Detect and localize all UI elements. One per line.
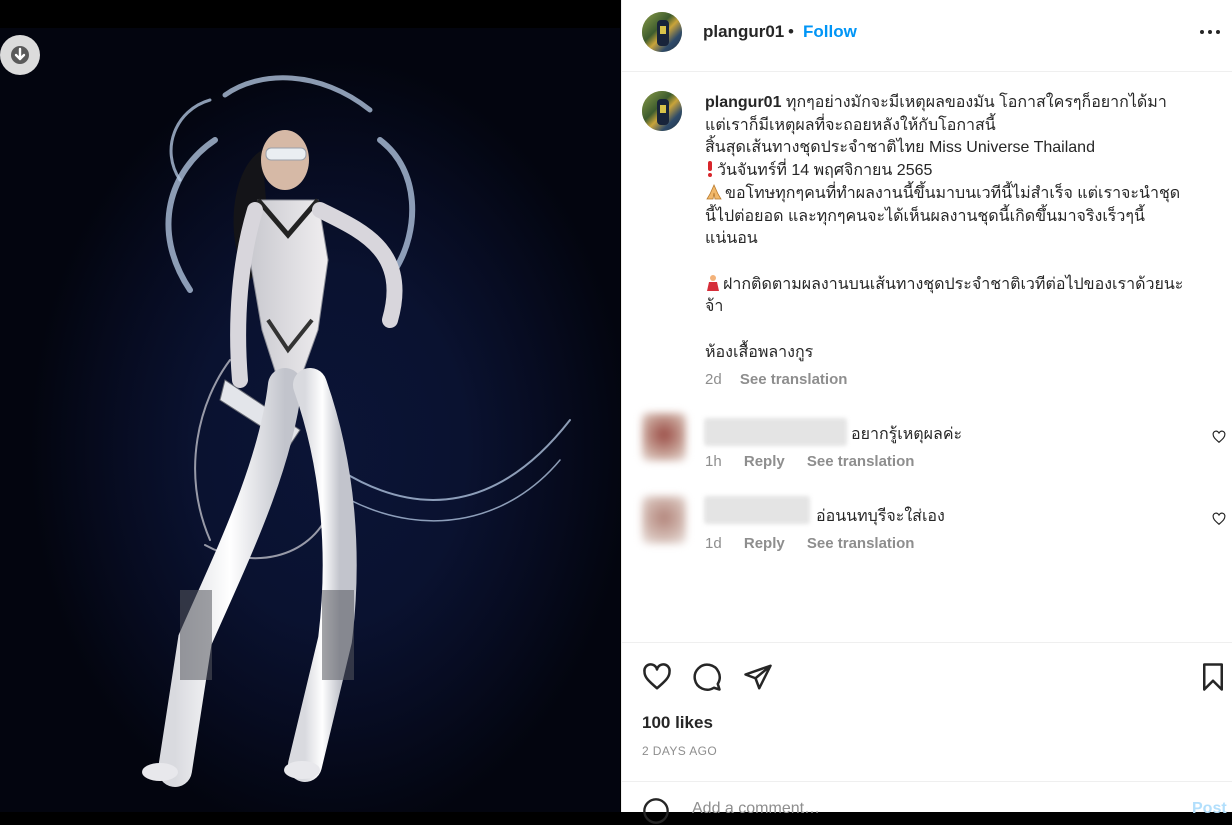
comment-bubble-icon[interactable] bbox=[692, 662, 722, 692]
caption-see-translation[interactable]: See translation bbox=[740, 371, 848, 388]
divider bbox=[622, 642, 1232, 643]
caption-author-avatar[interactable] bbox=[642, 91, 682, 131]
caption-line: สิ้นสุดเส้นทางชุดประจำชาติไทย Miss Unive… bbox=[705, 139, 1095, 157]
caption-line: แต่เราก็มีเหตุผลที่จะถอยหลังให้กับโอกาสน… bbox=[705, 116, 996, 134]
caption-line: นี้ไปต่อยอด และทุกๆคนจะได้เห็นผลงานชุดนี… bbox=[705, 207, 1145, 225]
caption-line: ฝากติดตามผลงานบนเส้นทางชุดประจำชาติเวทีต… bbox=[723, 275, 1184, 293]
reply-button[interactable]: Reply bbox=[744, 535, 785, 552]
see-translation-button[interactable]: See translation bbox=[807, 453, 915, 470]
likes-count[interactable]: 100 likes bbox=[642, 713, 713, 733]
caption-line: แน่นอน bbox=[705, 230, 758, 248]
caption-line: ทุกๆอย่างมักจะมีเหตุผลของมัน โอกาสใครๆก็… bbox=[785, 94, 1167, 111]
caption-line: จ้า bbox=[705, 298, 724, 316]
see-translation-button[interactable]: See translation bbox=[807, 535, 915, 552]
post-details-panel: plangur01 • Follow plangur01 ทุกๆอย่างมั… bbox=[621, 0, 1232, 824]
praying-hands-icon bbox=[706, 183, 722, 200]
comment-meta: 1h Reply See translation bbox=[705, 453, 932, 470]
commenter-username-blurred[interactable] bbox=[704, 418, 847, 446]
commenter-avatar[interactable] bbox=[642, 413, 686, 461]
comment-time: 1d bbox=[705, 535, 722, 552]
fashion-illustration bbox=[142, 75, 571, 787]
emoji-picker-icon[interactable] bbox=[642, 797, 670, 825]
post-comment-button[interactable]: Post bbox=[1192, 800, 1227, 818]
post-header: plangur01 • Follow bbox=[622, 0, 1232, 72]
exclamation-icon bbox=[708, 161, 712, 178]
comment-text: อ่อนนทบุรีจะใส่เอง bbox=[816, 508, 945, 525]
woman-dress-icon bbox=[707, 274, 719, 291]
caption-line: ขอโทษทุกๆคนที่ทำผลงานนี้ขึ้นมาบนเวทีนี้ไ… bbox=[725, 184, 1181, 202]
caption-line: ห้องเสื้อพลางกูร bbox=[705, 343, 814, 361]
commenter-avatar[interactable] bbox=[642, 496, 686, 544]
more-options-icon[interactable] bbox=[1200, 30, 1220, 34]
caption-line: วันจันทร์ที่ 14 พฤศจิกายน 2565 bbox=[717, 162, 933, 180]
author-avatar[interactable] bbox=[642, 12, 682, 52]
post-timestamp: 2 DAYS AGO bbox=[642, 744, 718, 758]
paper-plane-icon[interactable] bbox=[743, 662, 773, 692]
action-bar bbox=[622, 658, 1232, 698]
follow-button[interactable]: Follow bbox=[803, 22, 857, 42]
download-button[interactable] bbox=[0, 35, 40, 75]
caption-time: 2d bbox=[705, 371, 722, 388]
comment-like-heart-icon[interactable] bbox=[1212, 512, 1226, 526]
comment-meta: 1d Reply See translation bbox=[705, 535, 932, 552]
commenter-username-blurred[interactable] bbox=[704, 496, 810, 524]
caption-meta: 2d See translation bbox=[705, 371, 847, 388]
author-username[interactable]: plangur01 bbox=[703, 22, 784, 42]
separator-dot: • bbox=[788, 22, 794, 41]
caption-username[interactable]: plangur01 bbox=[705, 94, 781, 111]
post-caption: plangur01 ทุกๆอย่างมักจะมีเหตุผลของมัน โ… bbox=[705, 92, 1215, 364]
post-media[interactable] bbox=[0, 0, 620, 812]
comment-like-heart-icon[interactable] bbox=[1212, 430, 1226, 444]
divider bbox=[622, 781, 1232, 782]
reply-button[interactable]: Reply bbox=[744, 453, 785, 470]
comment-text: อยากรู้เหตุผลค่ะ bbox=[851, 426, 963, 443]
bookmark-icon[interactable] bbox=[1198, 662, 1228, 692]
comment-time: 1h bbox=[705, 453, 722, 470]
heart-icon[interactable] bbox=[642, 662, 672, 692]
download-arrow-icon bbox=[11, 46, 29, 64]
add-comment-input[interactable]: Add a comment… bbox=[692, 800, 820, 818]
